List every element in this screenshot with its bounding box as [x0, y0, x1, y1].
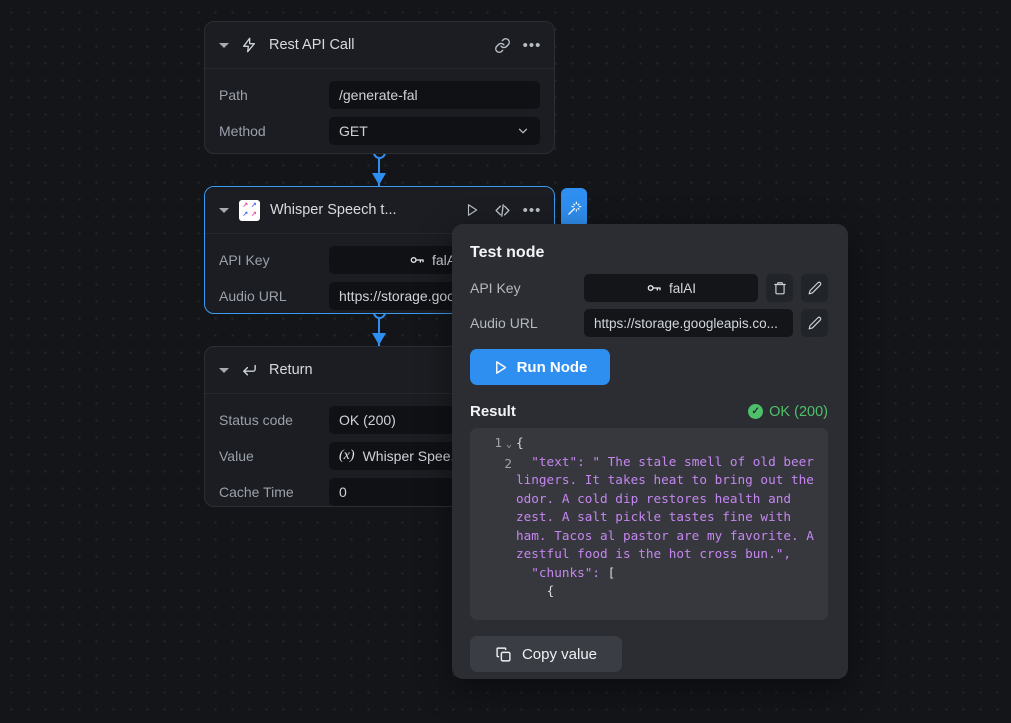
- variable-icon: (x): [339, 448, 355, 464]
- field-label: API Key: [470, 280, 576, 296]
- field-label: Method: [219, 123, 329, 139]
- node-rest-api-call[interactable]: Rest API Call ••• Path /generate-fal Met…: [204, 21, 555, 154]
- node-body: Path /generate-fal Method GET: [205, 69, 554, 154]
- test-field-audio-url: Audio URL https://storage.googleapis.co.…: [470, 309, 828, 337]
- link-icon[interactable]: [492, 35, 512, 55]
- code-line-text: "text": " The stale smell of old beer li…: [516, 454, 822, 562]
- path-input[interactable]: /generate-fal: [329, 81, 540, 109]
- audio-url-input[interactable]: https://storage.googleapis.co...: [584, 309, 793, 337]
- test-field-api-key: API Key falAI: [470, 274, 828, 302]
- run-node-button[interactable]: Run Node: [470, 349, 610, 385]
- pencil-icon[interactable]: [801, 309, 828, 337]
- method-value: GET: [339, 123, 368, 139]
- play-icon[interactable]: [462, 200, 482, 220]
- chevron-down-icon: [516, 124, 530, 138]
- status-text: OK (200): [769, 404, 828, 420]
- field-label: Status code: [219, 412, 329, 428]
- check-circle-icon: ✓: [748, 404, 763, 419]
- chevron-down-icon[interactable]: [219, 208, 229, 213]
- result-label: Result: [470, 403, 516, 420]
- connector-arrow-1: [372, 173, 386, 185]
- api-key-input[interactable]: falAI: [584, 274, 758, 302]
- key-icon: [409, 252, 425, 268]
- result-header: Result ✓ OK (200): [470, 403, 828, 420]
- field-label: API Key: [219, 252, 329, 268]
- status-badge: ✓ OK (200): [748, 404, 828, 420]
- copy-value-label: Copy value: [522, 646, 597, 663]
- test-node-panel: Test node API Key falAI Audio URL https:…: [452, 224, 848, 679]
- node-title: Rest API Call: [269, 37, 482, 53]
- line-number: 2: [470, 455, 512, 474]
- copy-icon: [495, 646, 512, 663]
- line-number: 1⌄: [470, 434, 512, 455]
- more-dots-icon[interactable]: •••: [522, 200, 542, 220]
- field-label: Audio URL: [219, 288, 329, 304]
- code-gutter: 1⌄ 2 3⌄ 4⌄: [470, 434, 516, 620]
- api-key-value: falAI: [669, 281, 696, 296]
- play-icon: [493, 360, 508, 375]
- lightning-icon: [239, 35, 259, 55]
- return-arrow-icon: [239, 360, 259, 380]
- value-text: Whisper Spee.: [363, 448, 455, 464]
- node-title: Whisper Speech t...: [270, 202, 452, 218]
- chevron-down-icon[interactable]: [219, 43, 229, 48]
- field-row-method: Method GET: [219, 117, 540, 145]
- panel-title: Test node: [470, 244, 828, 262]
- trash-icon[interactable]: [766, 274, 793, 302]
- magic-wand-button[interactable]: [561, 188, 587, 228]
- field-label: Audio URL: [470, 315, 576, 331]
- field-label: Value: [219, 448, 329, 464]
- fold-caret-icon: ⌄: [506, 439, 512, 450]
- run-node-label: Run Node: [517, 359, 588, 376]
- pencil-icon[interactable]: [801, 274, 828, 302]
- connector-arrow-2: [372, 333, 386, 345]
- copy-value-button[interactable]: Copy value: [470, 636, 622, 672]
- key-icon: [646, 280, 662, 296]
- chevron-down-icon[interactable]: [219, 368, 229, 373]
- code-content: { "text": " The stale smell of old beer …: [516, 434, 828, 620]
- result-code-block[interactable]: 1⌄ 2 3⌄ 4⌄ { "text": " The stale smell o…: [470, 428, 828, 620]
- more-dots-icon[interactable]: •••: [522, 35, 542, 55]
- field-label: Cache Time: [219, 484, 329, 500]
- method-select[interactable]: GET: [329, 117, 540, 145]
- node-header[interactable]: Rest API Call •••: [205, 22, 554, 69]
- field-label: Path: [219, 87, 329, 103]
- field-row-path: Path /generate-fal: [219, 81, 540, 109]
- whisper-logo-icon: ↗↗↗↗: [239, 200, 260, 221]
- code-icon[interactable]: [492, 200, 512, 220]
